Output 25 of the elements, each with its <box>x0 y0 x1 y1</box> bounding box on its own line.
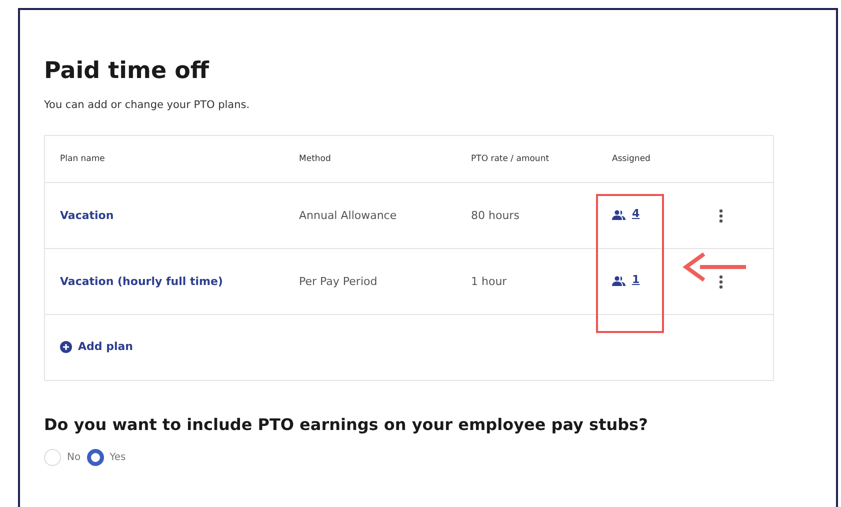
radio-label: No <box>67 450 81 465</box>
add-plan-button[interactable]: Add plan <box>60 338 133 356</box>
more-options-icon[interactable] <box>719 208 723 223</box>
plan-link[interactable]: Vacation (hourly full time) <box>60 274 223 288</box>
question-text: Do you want to include PTO earnings on your employee pay stubs? <box>44 415 649 435</box>
column-header: PTO rate / amount <box>471 152 550 166</box>
people-icon <box>612 210 626 220</box>
assigned-link[interactable]: 4 <box>612 206 640 223</box>
radio-label: Yes <box>110 450 126 465</box>
page-subtitle: You can add or change your PTO plans. <box>44 98 251 113</box>
method-cell-text: Per Pay Period <box>299 274 378 290</box>
plus-circle-icon <box>60 340 72 353</box>
radio-button[interactable] <box>86 448 104 466</box>
column-header: Assigned <box>612 152 652 166</box>
left-arrow-icon <box>680 250 746 284</box>
people-icon <box>612 276 626 286</box>
page-title: Paid time off <box>44 58 210 86</box>
method-cell-text: Annual Allowance <box>299 208 398 224</box>
assigned-link[interactable]: 1 <box>612 272 640 289</box>
column-header: Method <box>299 152 332 166</box>
plan-link[interactable]: Vacation <box>60 208 114 222</box>
column-header: Plan name <box>60 152 106 166</box>
rate-cell-text: 80 hours <box>471 208 520 224</box>
rate-cell-text: 1 hour <box>471 274 508 290</box>
more-options-icon[interactable] <box>719 274 723 289</box>
